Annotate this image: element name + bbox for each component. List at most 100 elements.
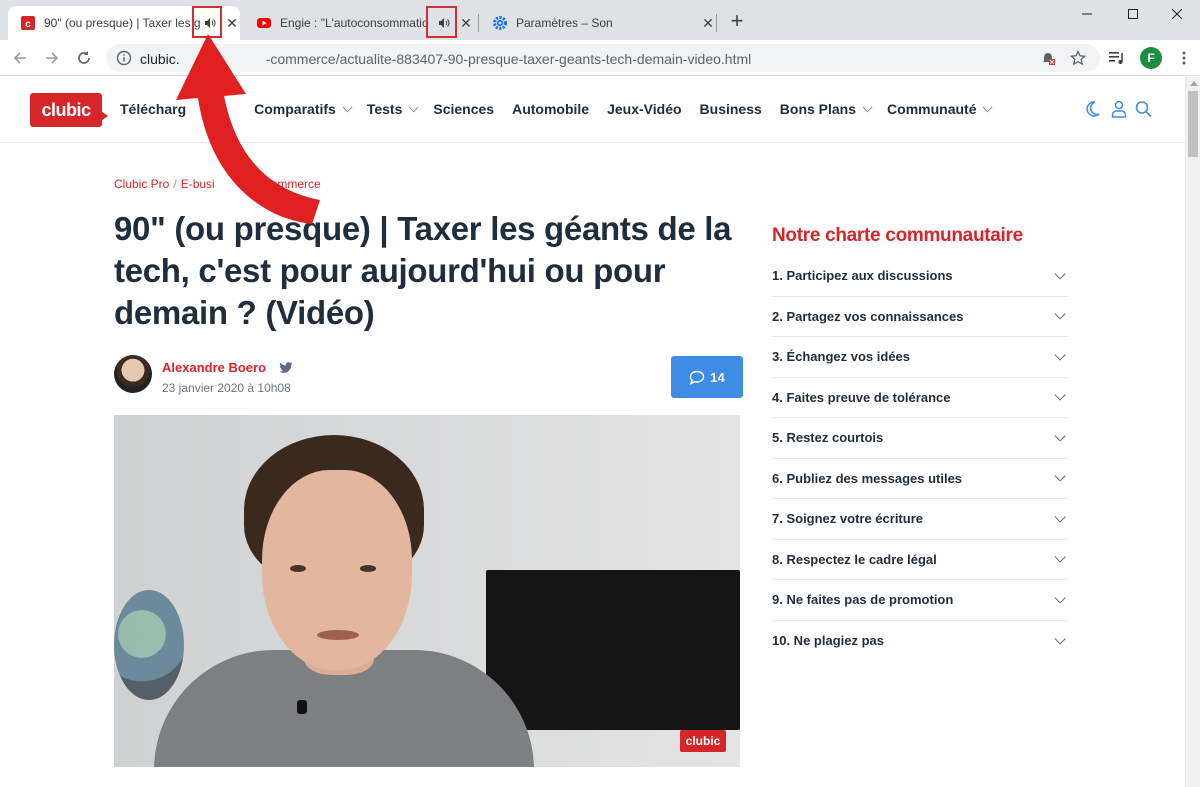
browser-toolbar: clubic. -commerce/actualite-883407-90-pre… xyxy=(0,40,1200,76)
breadcrumb-link-ebusiness[interactable]: E-busi xyxy=(181,177,215,191)
video-watermark-logo: clubic xyxy=(680,730,726,752)
article-video[interactable]: clubic xyxy=(114,415,740,767)
chevron-down-icon xyxy=(1054,348,1066,361)
chevron-down-icon xyxy=(1054,632,1066,645)
charter-list: 1. Participez aux discussions 2. Partage… xyxy=(772,256,1068,661)
browser-menu-icon[interactable] xyxy=(1176,50,1192,66)
url-path: -commerce/actualite-883407-90-presque-ta… xyxy=(265,51,752,67)
charter-item[interactable]: 9. Ne faites pas de promotion xyxy=(772,580,1068,621)
clubic-favicon-icon: c xyxy=(20,15,36,31)
article-title: 90" (ou presque) | Taxer les géants de l… xyxy=(114,210,732,331)
charter-item-label: 2. Partagez vos connaissances xyxy=(772,308,964,324)
close-tab-icon[interactable]: ✕ xyxy=(700,15,716,31)
charter-item[interactable]: 1. Participez aux discussions xyxy=(772,256,1068,297)
charter-item-label: 1. Participez aux discussions xyxy=(772,268,953,284)
site-header: clubic Télécharg Comparatifs Tests Scien… xyxy=(0,77,1185,143)
scroll-up-arrow-icon[interactable] xyxy=(1190,81,1198,86)
chevron-down-icon xyxy=(1054,591,1066,604)
nav-item-business[interactable]: Business xyxy=(700,101,762,117)
new-tab-button[interactable]: + xyxy=(726,10,748,33)
nav-label: Communauté xyxy=(887,101,977,117)
maximize-icon[interactable] xyxy=(1110,0,1156,28)
url-host: clubic. xyxy=(140,51,180,67)
settings-gear-icon xyxy=(492,15,508,31)
breadcrumb-link-clubic-pro[interactable]: Clubic Pro xyxy=(114,177,169,191)
tab-settings-sound[interactable]: Paramètres – Son ✕ xyxy=(480,6,716,40)
charter-item-label: 5. Restez courtois xyxy=(772,430,884,446)
chevron-down-icon xyxy=(1054,470,1066,482)
address-bar[interactable]: clubic. -commerce/actualite-883407-90-pre… xyxy=(106,44,1100,72)
back-arrow-icon[interactable] xyxy=(6,44,34,72)
video-person-face xyxy=(262,470,412,670)
author-avatar[interactable] xyxy=(114,355,152,393)
media-control-icon[interactable] xyxy=(1108,50,1126,71)
nav-item-jeux-video[interactable]: Jeux-Vidéo xyxy=(607,101,681,117)
comment-bubble-icon xyxy=(690,370,705,385)
scrollbar-thumb[interactable] xyxy=(1188,91,1198,157)
charter-item[interactable]: 4. Faites preuve de tolérance xyxy=(772,378,1068,418)
site-info-icon[interactable] xyxy=(116,50,132,71)
author-name-link[interactable]: Alexandre Boero xyxy=(162,360,266,375)
tab-strip: c 90" (ou presque) | Taxer les g ✕ Engie… xyxy=(0,0,1200,40)
nav-label: Jeux-Vidéo xyxy=(607,101,682,117)
window-close-icon[interactable] xyxy=(1154,0,1200,28)
tab-separator xyxy=(716,14,717,32)
bookmark-star-icon[interactable] xyxy=(1069,49,1087,71)
page-scrollbar[interactable] xyxy=(1185,77,1200,787)
user-account-icon[interactable] xyxy=(1111,100,1127,123)
video-person-eye xyxy=(360,565,376,572)
comments-button[interactable]: 14 xyxy=(671,356,743,398)
breadcrumb-separator: / xyxy=(173,177,177,191)
nav-item-communaute[interactable]: Communauté xyxy=(887,101,994,117)
chevron-down-icon xyxy=(1054,429,1066,442)
chevron-down-icon xyxy=(342,101,353,112)
nav-label: Sciences xyxy=(433,101,495,117)
video-monitor xyxy=(486,570,740,730)
chevron-down-icon xyxy=(1054,551,1066,563)
nav-item-comparatifs[interactable]: Comparatifs xyxy=(254,101,353,117)
nav-item-tests[interactable]: Tests xyxy=(366,101,419,117)
charter-item[interactable]: 10. Ne plagiez pas xyxy=(772,621,1068,662)
chevron-down-icon xyxy=(983,101,994,112)
twitter-bird-icon[interactable] xyxy=(279,361,293,379)
breadcrumb-link-ecommerce[interactable]: commerce xyxy=(265,177,321,191)
main-nav: Télécharg Comparatifs Tests Sciences Aut… xyxy=(120,101,1007,117)
url-text[interactable]: clubic. -commerce/actualite-883407-90-pre… xyxy=(140,51,751,67)
charter-item[interactable]: 7. Soignez votre écriture xyxy=(772,499,1068,540)
notifications-blocked-icon[interactable] xyxy=(1040,50,1056,71)
nav-label: Tests xyxy=(366,101,403,117)
charter-item[interactable]: 6. Publiez des messages utiles xyxy=(772,459,1068,499)
breadcrumb: Clubic Pro / E-busi commerce xyxy=(114,177,321,191)
clubic-logo[interactable]: clubic xyxy=(30,93,108,127)
charter-item[interactable]: 2. Partagez vos connaissances xyxy=(772,297,1068,337)
tab-title: Paramètres – Son xyxy=(516,16,613,30)
profile-avatar[interactable]: F xyxy=(1140,47,1162,69)
close-tab-icon[interactable]: ✕ xyxy=(224,15,240,31)
minimize-icon[interactable] xyxy=(1064,0,1110,28)
charter-item-label: 9. Ne faites pas de promotion xyxy=(772,592,954,608)
nav-item-sciences[interactable]: Sciences xyxy=(433,101,494,117)
search-icon[interactable] xyxy=(1135,100,1152,123)
reload-icon[interactable] xyxy=(70,44,98,72)
dark-mode-moon-icon[interactable] xyxy=(1084,100,1100,123)
tab-title: 90" (ou presque) | Taxer les g xyxy=(44,16,201,30)
close-tab-icon[interactable]: ✕ xyxy=(458,15,474,31)
nav-item-bons-plans[interactable]: Bons Plans xyxy=(780,101,873,117)
svg-text:c: c xyxy=(25,19,31,30)
charter-item[interactable]: 5. Restez courtois xyxy=(772,418,1068,459)
nav-item-automobile[interactable]: Automobile xyxy=(512,101,589,117)
charter-item-label: 6. Publiez des messages utiles xyxy=(772,470,963,486)
chevron-down-icon xyxy=(1054,267,1066,280)
charter-item[interactable]: 8. Respectez le cadre légal xyxy=(772,540,1068,580)
tab-title: Engie : "L'autoconsommatio xyxy=(280,16,429,30)
charter-item-label: 10. Ne plagiez pas xyxy=(772,633,884,649)
video-lapel-mic xyxy=(297,700,307,714)
audio-icon-highlight xyxy=(192,6,222,38)
forward-arrow-icon[interactable] xyxy=(38,44,66,72)
charter-item-label: 8. Respectez le cadre légal xyxy=(772,551,937,567)
nav-label: Télécharg xyxy=(120,101,187,117)
comment-count: 14 xyxy=(710,369,725,385)
charter-item[interactable]: 3. Échangez vos idées xyxy=(772,337,1068,378)
nav-item-telechargement[interactable]: Télécharg xyxy=(120,101,236,117)
publish-date: 23 janvier 2020 à 10h08 xyxy=(162,381,291,395)
